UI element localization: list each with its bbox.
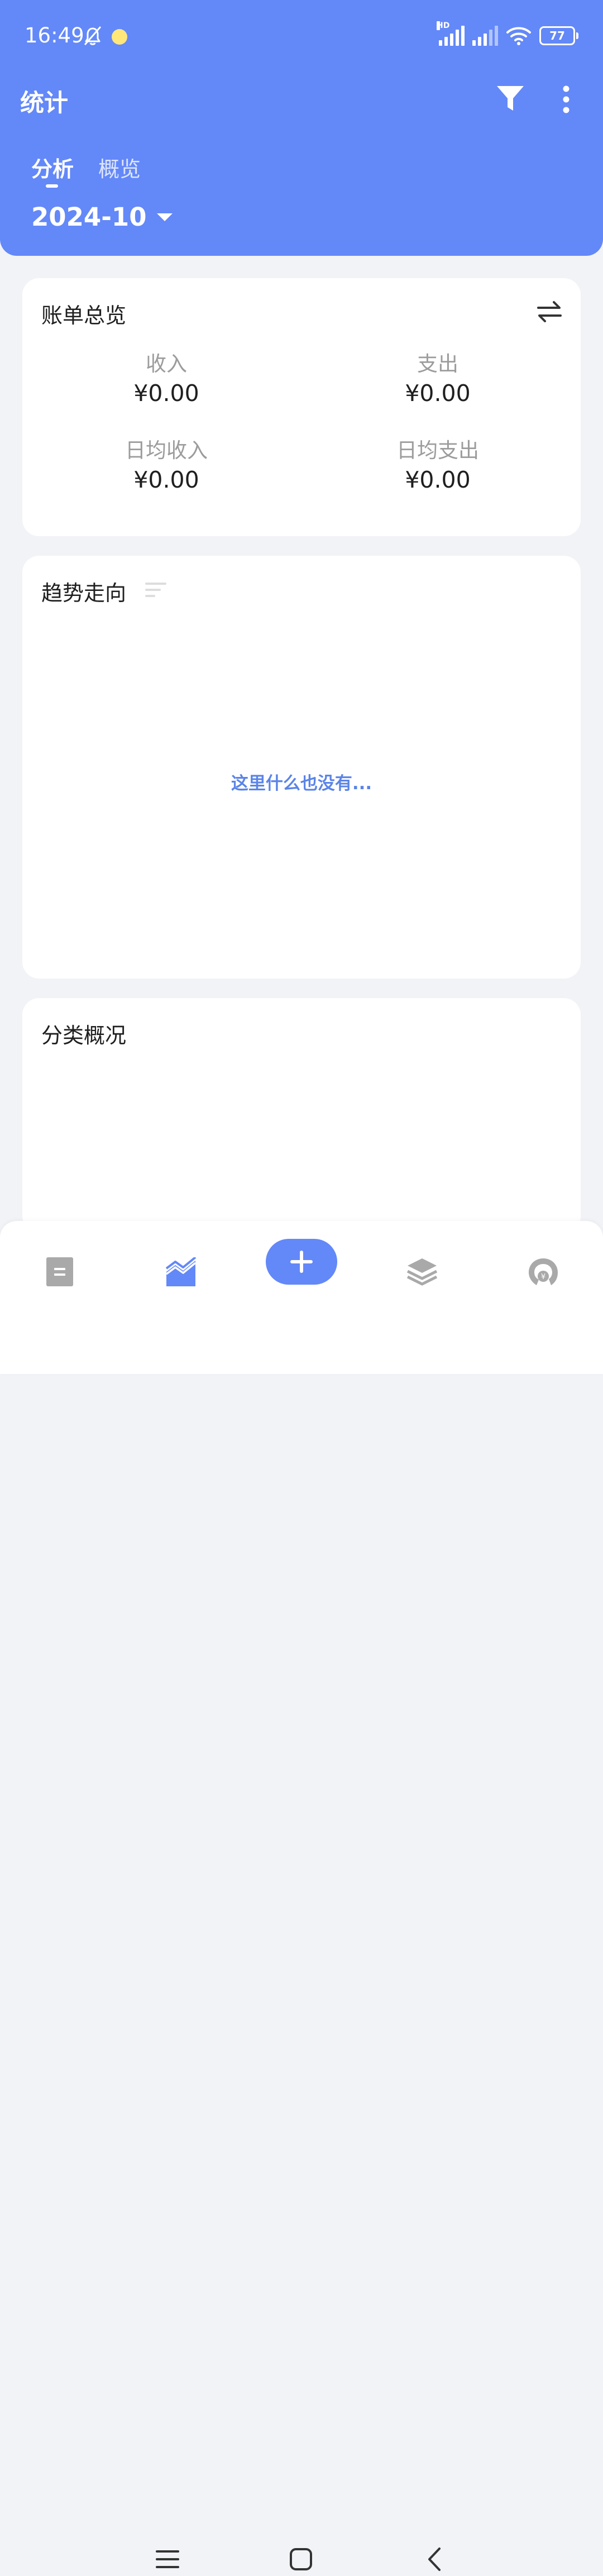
- status-time: 16:49: [25, 23, 84, 47]
- stat-daily-expense-value: ¥0.00: [405, 466, 471, 493]
- system-menu-button[interactable]: [151, 2542, 184, 2576]
- battery-level: 77: [549, 29, 565, 42]
- nav-bills[interactable]: [35, 1247, 85, 1297]
- stat-daily-income-label: 日均收入: [125, 438, 208, 462]
- stat-income: 收入 ¥0.00: [83, 351, 250, 409]
- empty-state-text: 这里什么也没有...: [231, 774, 372, 794]
- tab-analysis[interactable]: 分析: [31, 152, 74, 183]
- wifi-icon: [506, 27, 531, 45]
- bottom-nav: ¥: [0, 1221, 603, 2571]
- signal-icon-2: [472, 26, 498, 46]
- filter-icon[interactable]: [495, 83, 526, 114]
- app-header: 16:49 HD 77 统计 分析 概览 2024-10: [0, 0, 603, 256]
- trend-title: 趋势走向: [41, 581, 127, 605]
- app-notification-icon: [112, 29, 127, 45]
- nav-statistics[interactable]: [156, 1247, 206, 1297]
- status-bar: 16:49 HD 77: [0, 0, 603, 76]
- statistics-icon: [165, 1257, 197, 1286]
- bills-icon: [46, 1257, 73, 1286]
- status-right-group: HD 77: [437, 21, 578, 46]
- signal-icon: HD: [437, 21, 465, 46]
- stat-expense: 支出 ¥0.00: [354, 351, 521, 409]
- network-type-label: HD: [437, 21, 450, 30]
- dropdown-arrow-icon: [156, 213, 173, 221]
- piggy-bank-icon: ¥: [529, 1258, 558, 1285]
- swap-icon[interactable]: [536, 299, 563, 324]
- tab-indicator: [46, 184, 58, 188]
- bill-overview-title: 账单总览: [41, 303, 127, 328]
- nav-layers[interactable]: [397, 1247, 447, 1297]
- stat-expense-value: ¥0.00: [405, 380, 471, 407]
- notifications-off-icon: [84, 26, 102, 45]
- system-back-button[interactable]: [418, 2542, 451, 2576]
- system-home-button[interactable]: [284, 2542, 318, 2576]
- stat-income-label: 收入: [146, 352, 187, 376]
- svg-text:¥: ¥: [541, 1273, 545, 1281]
- add-record-button[interactable]: [266, 1239, 337, 1285]
- category-title: 分类概况: [41, 1023, 127, 1048]
- stat-daily-income: 日均收入 ¥0.00: [83, 437, 250, 495]
- layers-icon: [406, 1258, 438, 1286]
- stat-daily-expense: 日均支出 ¥0.00: [354, 437, 521, 495]
- month-text: 2024-10: [31, 202, 147, 232]
- menu-icon: [156, 2550, 179, 2568]
- trend-card: 趋势走向 这里什么也没有...: [22, 556, 581, 979]
- stat-daily-income-value: ¥0.00: [133, 466, 199, 493]
- stat-daily-expense-label: 日均支出: [396, 438, 479, 462]
- nav-savings[interactable]: ¥: [518, 1247, 568, 1297]
- bill-overview-card: 账单总览 收入 ¥0.00 支出 ¥0.00 日均收入 ¥0.00 日均支出 ¥…: [22, 278, 581, 536]
- tab-overview[interactable]: 概览: [98, 152, 141, 183]
- home-icon: [290, 2548, 312, 2570]
- category-card: 分类概况: [22, 998, 581, 1233]
- battery-icon: 77: [539, 26, 578, 45]
- month-picker[interactable]: 2024-10: [31, 202, 173, 232]
- stat-income-value: ¥0.00: [133, 380, 199, 407]
- page-title: 统计: [20, 89, 68, 117]
- sort-icon[interactable]: [145, 581, 168, 598]
- stat-expense-label: 支出: [417, 352, 458, 376]
- add-icon: [290, 1251, 313, 1273]
- more-vertical-icon[interactable]: [561, 85, 572, 114]
- back-icon: [428, 2548, 441, 2571]
